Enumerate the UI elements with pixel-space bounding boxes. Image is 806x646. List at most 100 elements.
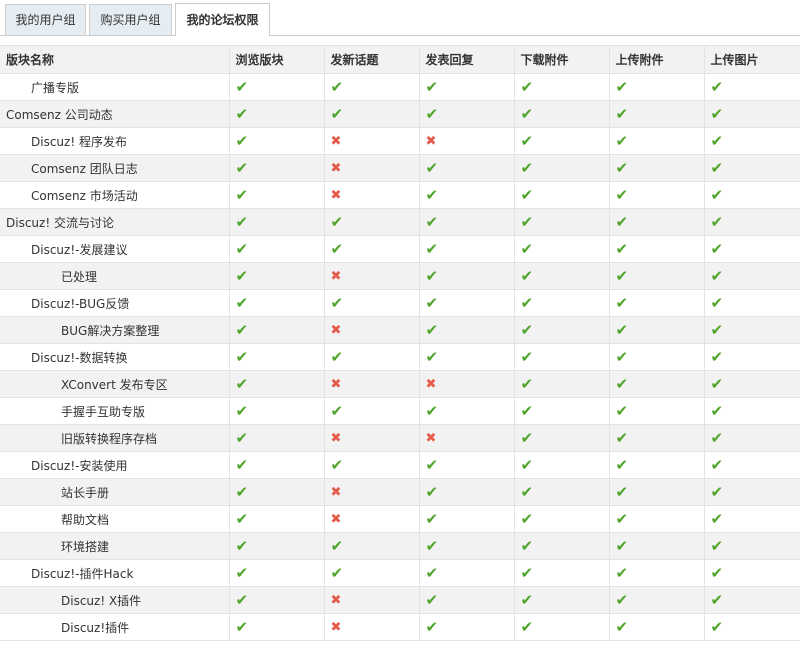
check-icon: ✔ xyxy=(710,293,724,312)
permission-cell: ✔ xyxy=(703,262,800,290)
check-icon: ✔ xyxy=(235,320,249,339)
permission-cell: ✔ xyxy=(418,100,514,128)
check-icon: ✔ xyxy=(615,590,629,609)
table-row: 已处理 ✔ ✖ ✔ ✔ ✔ ✔ xyxy=(0,262,800,290)
check-icon: ✔ xyxy=(425,239,439,258)
permission-cell: ✔ xyxy=(608,154,704,182)
check-icon: ✔ xyxy=(615,401,629,420)
check-icon: ✔ xyxy=(615,158,629,177)
permission-cell: ✔ xyxy=(608,181,704,209)
table-row: 环境搭建 ✔ ✔ ✔ ✔ ✔ ✔ xyxy=(0,532,800,560)
permission-cell: ✔ xyxy=(608,73,704,101)
check-icon: ✔ xyxy=(235,563,249,582)
permission-cell: ✔ xyxy=(608,100,704,128)
forum-name-cell: XConvert 发布专区 xyxy=(0,370,229,398)
check-icon: ✔ xyxy=(615,455,629,474)
check-icon: ✔ xyxy=(520,509,534,528)
column-header-download-attachment: 下载附件 xyxy=(513,45,609,74)
check-icon: ✔ xyxy=(520,239,534,258)
check-icon: ✔ xyxy=(235,374,249,393)
check-icon: ✔ xyxy=(235,536,249,555)
check-icon: ✔ xyxy=(615,482,629,501)
permission-cell: ✔ xyxy=(228,343,324,371)
permission-cell: ✔ xyxy=(703,100,800,128)
check-icon: ✔ xyxy=(330,536,344,555)
permission-cell: ✔ xyxy=(703,316,800,344)
check-icon: ✔ xyxy=(425,509,439,528)
permission-cell: ✖ xyxy=(323,505,419,533)
check-icon: ✔ xyxy=(710,212,724,231)
permission-cell: ✖ xyxy=(418,127,514,155)
permission-cell: ✖ xyxy=(418,370,514,398)
check-icon: ✔ xyxy=(710,77,724,96)
tab-my-forum-permissions[interactable]: 我的论坛权限 xyxy=(175,3,270,36)
permission-cell: ✔ xyxy=(513,316,609,344)
check-icon: ✔ xyxy=(520,212,534,231)
permission-cell: ✔ xyxy=(608,559,704,587)
check-icon: ✔ xyxy=(615,293,629,312)
permission-cell: ✔ xyxy=(418,397,514,425)
permission-cell: ✔ xyxy=(513,289,609,317)
permission-cell: ✔ xyxy=(418,532,514,560)
tab-bar: 我的用户组 购买用户组 我的论坛权限 xyxy=(0,0,806,36)
forum-name-cell: Comsenz 市场活动 xyxy=(0,181,229,209)
check-icon: ✔ xyxy=(710,239,724,258)
permission-cell: ✔ xyxy=(228,613,324,641)
check-icon: ✔ xyxy=(615,320,629,339)
forum-name-cell: BUG解决方案整理 xyxy=(0,316,229,344)
check-icon: ✔ xyxy=(615,563,629,582)
permission-cell: ✔ xyxy=(228,100,324,128)
permission-cell: ✔ xyxy=(608,478,704,506)
permission-cell: ✔ xyxy=(228,235,324,263)
tab-my-user-groups[interactable]: 我的用户组 xyxy=(5,4,86,35)
permission-cell: ✔ xyxy=(323,397,419,425)
permission-cell: ✔ xyxy=(228,397,324,425)
check-icon: ✔ xyxy=(520,131,534,150)
check-icon: ✔ xyxy=(710,455,724,474)
permission-cell: ✔ xyxy=(703,559,800,587)
permission-cell: ✔ xyxy=(513,208,609,236)
permission-cell: ✔ xyxy=(418,289,514,317)
permission-cell: ✔ xyxy=(418,235,514,263)
permission-cell: ✔ xyxy=(608,586,704,614)
permission-cell: ✔ xyxy=(228,289,324,317)
check-icon: ✔ xyxy=(330,401,344,420)
permission-cell: ✔ xyxy=(608,532,704,560)
check-icon: ✔ xyxy=(520,293,534,312)
check-icon: ✔ xyxy=(425,266,439,285)
check-icon: ✔ xyxy=(235,212,249,231)
check-icon: ✔ xyxy=(615,347,629,366)
forum-name-cell: 已处理 xyxy=(0,262,229,290)
table-row: Discuz!-插件Hack ✔ ✔ ✔ ✔ ✔ ✔ xyxy=(0,559,800,587)
permission-cell: ✔ xyxy=(228,370,324,398)
permission-cell: ✔ xyxy=(418,613,514,641)
permission-cell: ✔ xyxy=(703,235,800,263)
permission-cell: ✔ xyxy=(513,397,609,425)
check-icon: ✔ xyxy=(520,374,534,393)
forum-name-cell: Discuz!插件 xyxy=(0,613,229,641)
permission-cell: ✖ xyxy=(323,262,419,290)
check-icon: ✔ xyxy=(235,158,249,177)
permission-cell: ✔ xyxy=(418,154,514,182)
permission-cell: ✔ xyxy=(513,586,609,614)
table-row: Discuz!-BUG反馈 ✔ ✔ ✔ ✔ ✔ ✔ xyxy=(0,289,800,317)
permission-cell: ✔ xyxy=(703,289,800,317)
check-icon: ✔ xyxy=(235,104,249,123)
table-row: Comsenz 公司动态 ✔ ✔ ✔ ✔ ✔ ✔ xyxy=(0,100,800,128)
forum-name-cell: 广播专版 xyxy=(0,73,229,101)
permission-cell: ✔ xyxy=(513,370,609,398)
check-icon: ✔ xyxy=(425,77,439,96)
check-icon: ✔ xyxy=(425,401,439,420)
check-icon: ✔ xyxy=(235,266,249,285)
check-icon: ✔ xyxy=(710,401,724,420)
check-icon: ✔ xyxy=(425,590,439,609)
permission-cell: ✔ xyxy=(418,586,514,614)
permission-cell: ✔ xyxy=(513,100,609,128)
column-header-post-reply: 发表回复 xyxy=(418,45,514,74)
permission-cell: ✔ xyxy=(703,613,800,641)
check-icon: ✔ xyxy=(425,158,439,177)
tab-buy-user-groups[interactable]: 购买用户组 xyxy=(89,4,172,35)
check-icon: ✔ xyxy=(425,482,439,501)
permission-cell: ✖ xyxy=(323,586,419,614)
permission-cell: ✔ xyxy=(323,100,419,128)
